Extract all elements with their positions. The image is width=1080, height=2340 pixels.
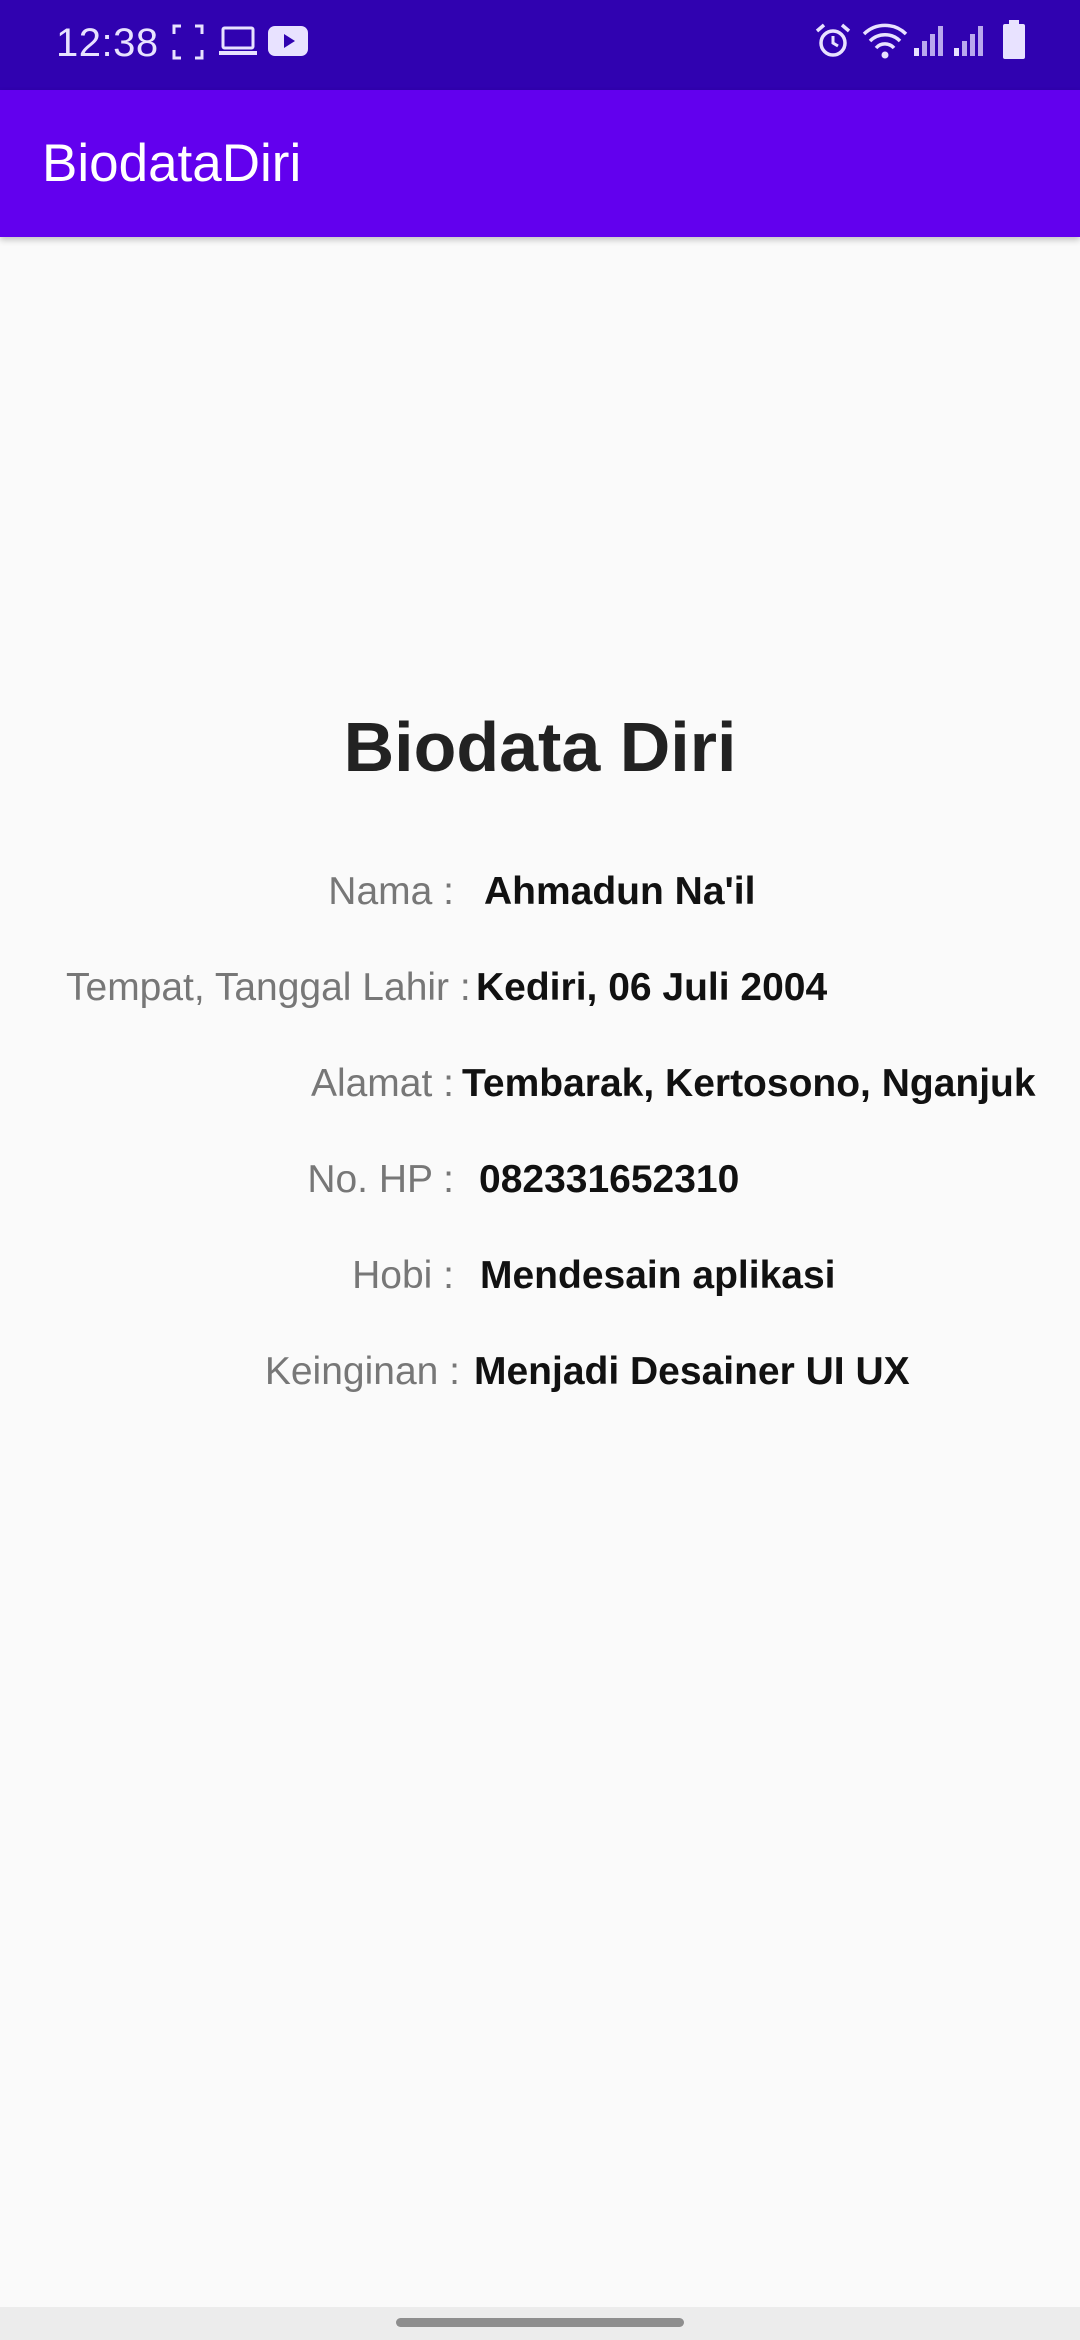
app-title: BiodataDiri [42, 134, 302, 193]
info-row-hobi: Hobi : Mendesain aplikasi [0, 1243, 1080, 1309]
label-alamat: Alamat : [310, 1062, 454, 1105]
alarm-icon [815, 23, 851, 57]
page-heading: Biodata Diri [343, 708, 737, 786]
home-gesture-handle[interactable] [396, 2318, 684, 2327]
main-content: Biodata Diri Nama : Ahmadun Na'il Tempat… [0, 237, 1080, 2307]
info-row-nama: Nama : Ahmadun Na'il [0, 859, 1080, 925]
status-bar: 12:38 [0, 0, 1080, 90]
youtube-icon [268, 26, 308, 56]
label-tempat-tanggal-lahir: Tempat, Tanggal Lahir : [66, 966, 471, 1009]
signal-icon [954, 26, 983, 56]
value-nama: Ahmadun Na'il [484, 870, 756, 913]
info-row-no-hp: No. HP : 082331652310 [0, 1147, 1080, 1213]
wifi-icon [862, 23, 908, 59]
label-nama: Nama : [328, 870, 454, 913]
info-row-keinginan: Keinginan : Menjadi Desainer UI UX [0, 1339, 1080, 1405]
value-hobi: Mendesain aplikasi [480, 1254, 836, 1297]
battery-icon [1003, 20, 1025, 59]
signal-icon [914, 26, 943, 56]
navigation-bar [0, 2307, 1080, 2340]
info-row-alamat: Alamat : Tembarak, Kertosono, Nganjuk [0, 1051, 1080, 1117]
app-bar: BiodataDiri [0, 90, 1080, 237]
screenshot-frame-icon [172, 24, 204, 60]
label-no-hp: No. HP : [307, 1158, 454, 1201]
laptop-icon [219, 26, 257, 55]
value-no-hp: 082331652310 [479, 1158, 740, 1201]
label-hobi: Hobi : [352, 1254, 454, 1297]
value-alamat: Tembarak, Kertosono, Nganjuk [462, 1062, 1036, 1105]
label-keinginan: Keinginan : [264, 1350, 460, 1393]
status-time: 12:38 [56, 21, 159, 65]
value-tempat-tanggal-lahir: Kediri, 06 Juli 2004 [476, 955, 828, 1021]
value-keinginan: Menjadi Desainer UI UX [474, 1350, 910, 1393]
info-row-tempat-tanggal-lahir: Tempat, Tanggal Lahir : Kediri, 06 Juli … [0, 955, 1080, 1021]
